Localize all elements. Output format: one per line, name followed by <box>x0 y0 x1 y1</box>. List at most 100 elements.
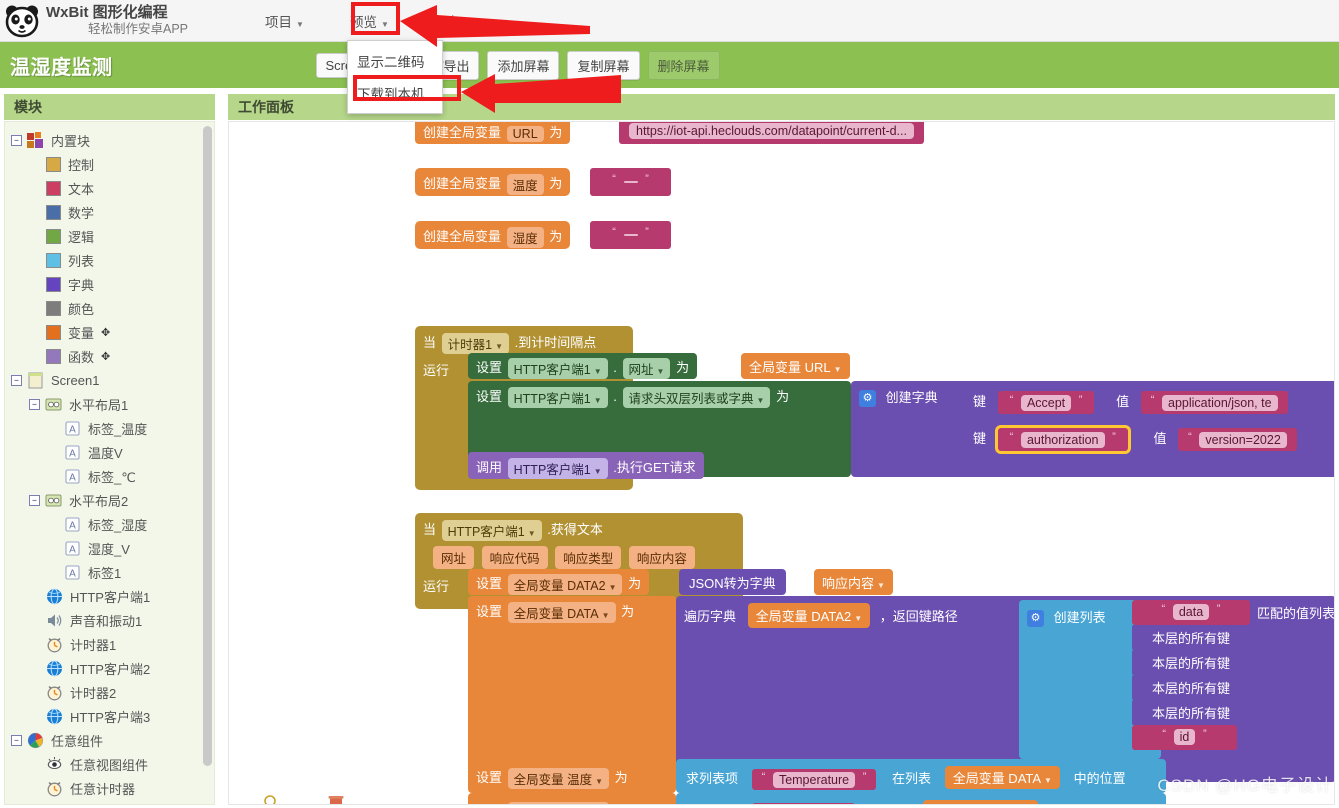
text-value-field[interactable] <box>623 180 638 183</box>
component-dropdown[interactable]: HTTP客户端1 ▼ <box>507 458 608 480</box>
tree-item-计时器2[interactable]: 计时器2 <box>5 680 214 704</box>
block-set-global-temperature[interactable]: 设置 全局变量 温度 ▼ 为 <box>468 759 676 793</box>
modules-sidebar[interactable]: – 内置块 控制 文本 数学 逻辑 列表 字典 颜色 变量 ✥ 函数 ✥ – Screen1– 水平布局1 A 标… <box>4 121 215 805</box>
tree-item-颜色[interactable]: 颜色 <box>5 296 214 320</box>
block-call-http1-get[interactable]: 调用 HTTP客户端1 ▼ .执行GET请求 <box>468 452 704 480</box>
tree-item-标签_温度[interactable]: A 标签_温度 <box>5 416 214 440</box>
block-text-value-authorization[interactable]: “ version=2022 <box>1178 428 1297 451</box>
text-value-field[interactable]: data <box>1172 603 1210 620</box>
tree-item-标签1[interactable]: A 标签1 <box>5 560 214 584</box>
event-param-url[interactable]: 网址 <box>433 546 475 570</box>
delete-screen-button[interactable]: 删除屏幕 <box>647 50 720 80</box>
tree-item-函数[interactable]: 函数 ✥ <box>5 344 214 368</box>
component-dropdown[interactable]: 计时器1 ▼ <box>441 333 510 355</box>
tree-item-任意组件[interactable]: – 任意组件 <box>5 728 214 752</box>
text-value-field[interactable] <box>623 233 638 236</box>
tree-toggle-icon[interactable]: – <box>11 374 22 386</box>
blocks-workspace[interactable]: 创建全局变量 URL 为 https://iot-api.heclouds.co… <box>228 121 1335 805</box>
block-text-data[interactable]: “ data ” <box>1132 600 1250 625</box>
gear-icon[interactable]: ⚙ <box>1027 610 1044 628</box>
tree-item-Screen1[interactable]: – Screen1 <box>5 368 214 392</box>
sidebar-scrollbar[interactable] <box>203 126 212 766</box>
variable-dropdown[interactable]: 全局变量 DATA ▼ <box>507 602 616 624</box>
block-set-global-humidity[interactable]: 设置 全局变量 湿度▼ 为 <box>468 793 676 804</box>
event-param-response-code[interactable]: 响应代码 <box>481 546 548 570</box>
tree-toggle-icon[interactable]: – <box>11 734 22 746</box>
block-get-global-data[interactable]: 全局变量 DATA▼ <box>944 766 1060 789</box>
tree-item-任意视图组件[interactable]: 任意视图组件 <box>5 752 214 776</box>
component-dropdown[interactable]: HTTP客户端1 ▼ <box>441 520 542 542</box>
block-set-http1-url[interactable]: 设置 HTTP客户端1 ▼ . 网址 ▼ 为 <box>468 353 698 380</box>
variable-name-field[interactable]: URL <box>506 125 544 142</box>
block-create-global-url[interactable]: 创建全局变量 URL 为 <box>415 122 571 144</box>
tree-item-字典[interactable]: 字典 <box>5 272 214 296</box>
block-get-global-data2[interactable]: 全局变量 DATA2 ▼ <box>747 603 871 628</box>
trash-icon[interactable] <box>327 794 345 804</box>
gear-icon[interactable]: ⚙ <box>859 390 876 408</box>
property-dropdown[interactable]: 网址 ▼ <box>622 358 671 380</box>
block-text-temperature[interactable]: “ Temperature ” <box>751 769 877 790</box>
text-value-field[interactable]: https://iot-api.heclouds.com/datapoint/c… <box>629 122 914 139</box>
block-text-humidity[interactable]: “ Humidity ” <box>751 803 855 804</box>
variable-dropdown[interactable]: 全局变量 温度 ▼ <box>507 768 610 790</box>
tree-toggle-icon[interactable]: – <box>29 398 40 410</box>
block-all-keys-this-level-1[interactable]: 本层的所有键 <box>1132 625 1250 650</box>
block-set-global-data2[interactable]: 设置 全局变量 DATA2 ▼ 为 <box>468 569 650 596</box>
tree-item-文本[interactable]: 文本 <box>5 176 214 200</box>
block-index-in-list-temperature[interactable]: 求列表项 “ Temperature ” 在列表 全局变量 DATA ▼ 中的位置 <box>676 759 1166 793</box>
block-index-in-list-humidity[interactable]: 求列表项 “ Humidity ” 在列表 全局变量 DATA▼ 中的位置 <box>676 793 1166 804</box>
tree-item-HTTP客户端3[interactable]: HTTP客户端3 <box>5 704 214 728</box>
block-all-keys-this-level-3[interactable]: 本层的所有键 <box>1132 675 1250 700</box>
tree-toggle-icon[interactable]: – <box>11 134 22 146</box>
menu-project[interactable]: 项目 ▼ <box>256 8 313 34</box>
tree-item-列表[interactable]: 列表 <box>5 248 214 272</box>
tree-toggle-icon[interactable]: – <box>29 494 40 506</box>
text-value-field[interactable]: Accept <box>1020 394 1072 411</box>
block-dict-pair-accept[interactable]: 键 “ Accept ” 值 “ application/json, te <box>967 384 1334 418</box>
move-gear-icon[interactable]: ✥ <box>101 350 110 363</box>
component-dropdown[interactable]: HTTP客户端1 ▼ <box>507 387 608 409</box>
tree-item-HTTP客户端2[interactable]: HTTP客户端2 <box>5 656 214 680</box>
text-value-field[interactable]: application/json, te <box>1162 394 1278 411</box>
variable-dropdown[interactable]: 全局变量 DATA2 ▼ <box>507 574 623 596</box>
block-text-id[interactable]: “ id ” <box>1132 725 1237 750</box>
block-text-empty-humidity[interactable]: “ ” <box>590 221 671 249</box>
block-text-value-accept[interactable]: “ application/json, te <box>1140 391 1288 414</box>
text-value-field[interactable]: id <box>1173 728 1196 745</box>
component-dropdown[interactable]: HTTP客户端1 ▼ <box>507 358 608 380</box>
text-value-field[interactable]: version=2022 <box>1199 431 1287 448</box>
tree-item-标签_湿度[interactable]: A 标签_湿度 <box>5 512 214 536</box>
event-param-response-content[interactable]: 响应内容 <box>628 546 695 570</box>
block-get-global-url[interactable]: 全局变量 URL ▼ <box>741 353 850 379</box>
block-all-keys-this-level-2[interactable]: 本层的所有键 <box>1132 650 1250 675</box>
tree-item-水平布局1[interactable]: – 水平布局1 <box>5 392 214 416</box>
variable-name-field[interactable]: 湿度 <box>506 227 544 249</box>
variable-name-field[interactable]: 温度 <box>506 174 544 196</box>
tree-item-水平布局2[interactable]: – 水平布局2 <box>5 488 214 512</box>
block-create-global-temperature[interactable]: 创建全局变量 温度 为 <box>415 168 571 196</box>
zoom-controls-icon[interactable] <box>263 794 279 804</box>
tree-item-温度V[interactable]: A 温度V <box>5 440 214 464</box>
text-value-field[interactable]: authorization <box>1020 431 1105 448</box>
tree-item-控制[interactable]: 控制 <box>5 152 214 176</box>
tree-item-任意计时器[interactable]: 任意计时器 <box>5 776 214 800</box>
property-dropdown[interactable]: 请求头双层列表或字典 ▼ <box>622 387 771 409</box>
block-get-global-data[interactable]: 全局变量 DATA▼ <box>923 800 1039 804</box>
tree-item-声音和振动1[interactable]: 声音和振动1 <box>5 608 214 632</box>
tree-item-标签_℃[interactable]: A 标签_℃ <box>5 464 214 488</box>
move-gear-icon[interactable]: ✥ <box>101 326 110 339</box>
event-param-response-type[interactable]: 响应类型 <box>555 546 622 570</box>
block-json-to-dictionary[interactable]: JSON转为字典 <box>679 569 786 595</box>
block-get-response-content[interactable]: 响应内容 ▼ <box>814 569 893 595</box>
block-all-keys-this-level-4[interactable]: 本层的所有键 <box>1132 700 1250 725</box>
tree-item-内置块[interactable]: – 内置块 <box>5 128 214 152</box>
block-text-empty-temperature[interactable]: “ ” <box>590 168 671 196</box>
block-text-key-authorization[interactable]: “ authorization ” <box>997 428 1128 451</box>
variable-dropdown[interactable]: 全局变量 湿度▼ <box>507 802 610 804</box>
tree-item-HTTP客户端1[interactable]: HTTP客户端1 <box>5 584 214 608</box>
block-create-global-humidity[interactable]: 创建全局变量 湿度 为 <box>415 221 571 249</box>
block-text-url-value[interactable]: https://iot-api.heclouds.com/datapoint/c… <box>619 122 924 144</box>
tree-item-数学[interactable]: 数学 <box>5 200 214 224</box>
block-set-global-data[interactable]: 设置 全局变量 DATA ▼ 为 <box>468 596 676 782</box>
tree-item-变量[interactable]: 变量 ✥ <box>5 320 214 344</box>
